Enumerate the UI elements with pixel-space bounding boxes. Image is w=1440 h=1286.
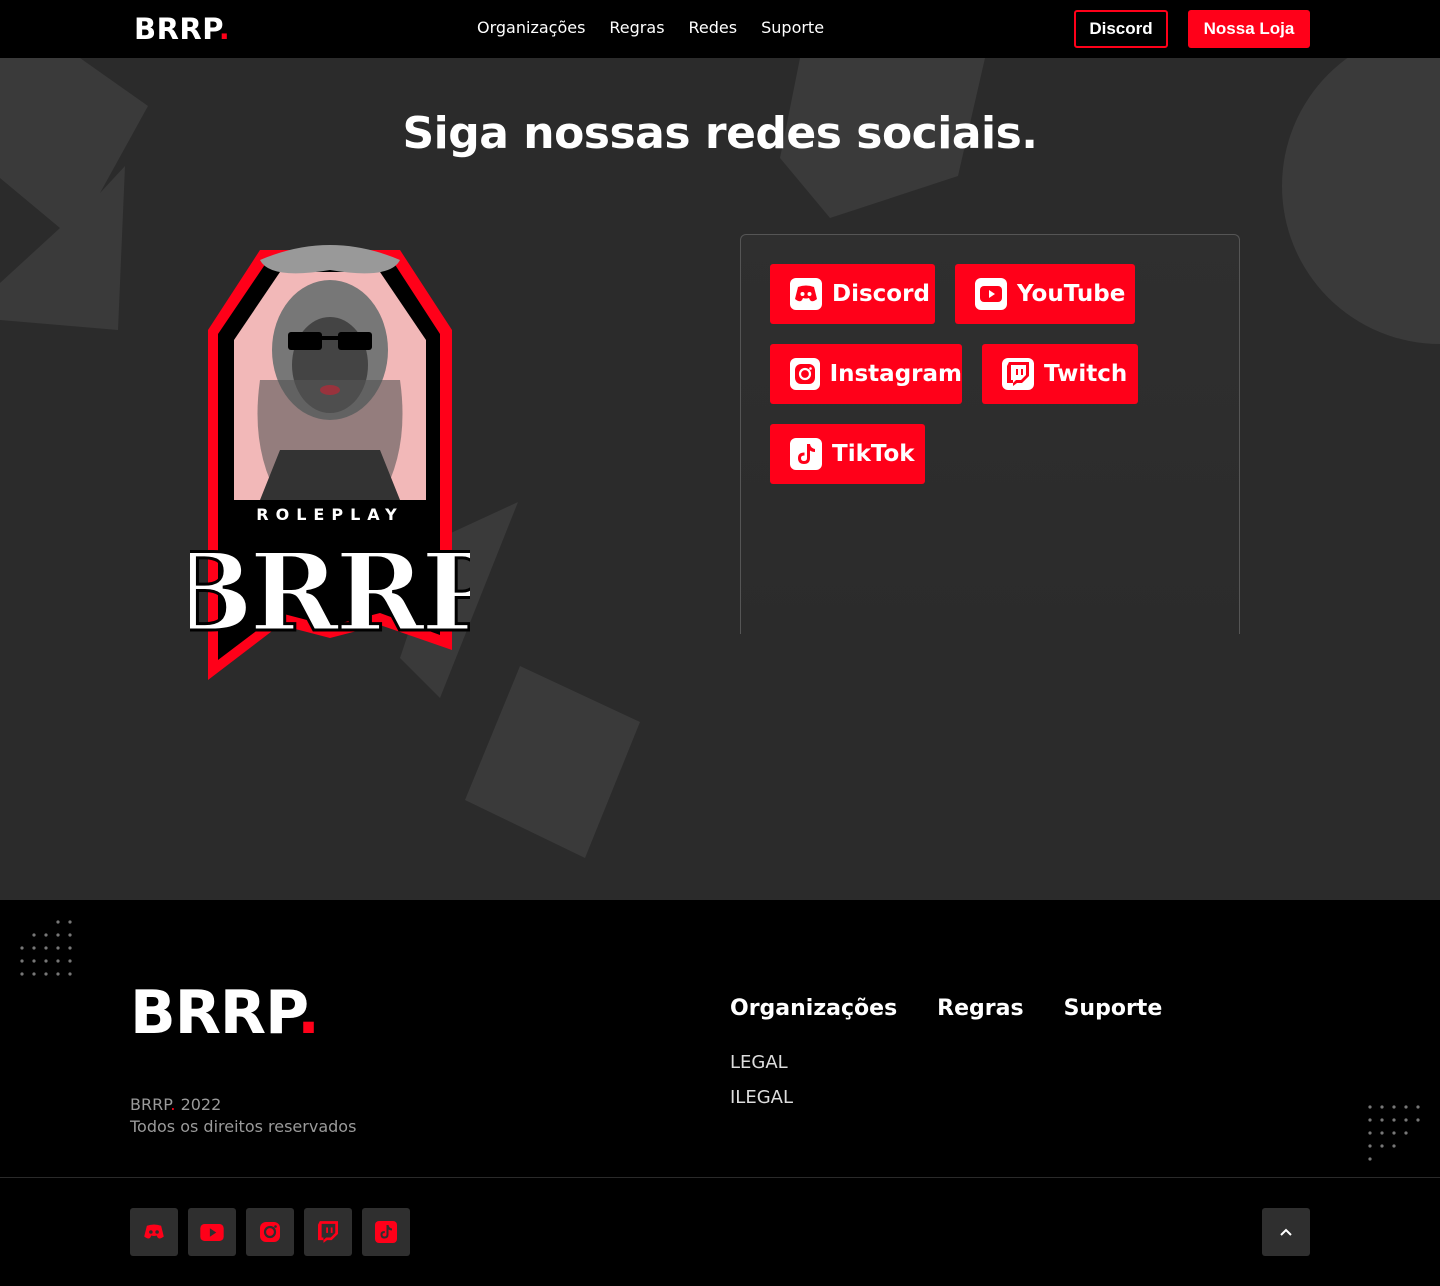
footer-heading-suporte[interactable]: Suporte: [1064, 996, 1163, 1021]
footer-divider: [0, 1177, 1440, 1178]
nav-link-regras[interactable]: Regras: [609, 18, 664, 37]
twitch-icon: [1002, 358, 1034, 390]
brand-logo[interactable]: BRRP.: [134, 12, 230, 46]
hero-title: Siga nossas redes sociais.: [402, 108, 1038, 159]
nav-link-suporte[interactable]: Suporte: [761, 18, 824, 37]
chevron-up-icon: [1280, 1228, 1292, 1236]
tiktok-icon: [790, 438, 822, 470]
footer-link-ilegal[interactable]: ILEGAL: [730, 1087, 793, 1108]
twitch-social-button[interactable]: Twitch: [982, 344, 1138, 404]
footer-heading-regras[interactable]: Regras: [937, 996, 1023, 1021]
store-nav-button[interactable]: Nossa Loja: [1188, 10, 1310, 48]
twitch-icon: [318, 1221, 338, 1243]
emblem-roleplay-text: ROLEPLAY: [256, 505, 403, 524]
brrp-emblem-logo: ROLEPLAY BRRP: [190, 245, 470, 680]
social-hero-section: Siga nossas redes sociais. ROLEPLAY BRRP…: [0, 58, 1440, 900]
footer-youtube-button[interactable]: [188, 1208, 236, 1256]
footer-instagram-button[interactable]: [246, 1208, 294, 1256]
discord-nav-button[interactable]: Discord: [1074, 10, 1168, 48]
nav-link-redes[interactable]: Redes: [689, 18, 738, 37]
footer-columns: Organizações Regras Suporte: [730, 996, 1202, 1021]
footer-link-legal[interactable]: LEGAL: [730, 1052, 788, 1073]
footer-copyright: BRRP. 2022 Todos os direitos reservados: [130, 1095, 357, 1136]
footer-tiktok-button[interactable]: [362, 1208, 410, 1256]
instagram-social-button[interactable]: Instagram: [770, 344, 962, 404]
footer-discord-button[interactable]: [130, 1208, 178, 1256]
discord-icon: [144, 1224, 164, 1239]
decorative-dots-right: [1368, 1105, 1420, 1161]
main-nav: Organizações Regras Redes Suporte: [477, 18, 848, 37]
discord-icon: [790, 278, 822, 310]
discord-social-button[interactable]: Discord: [770, 264, 935, 324]
youtube-social-button[interactable]: YouTube: [955, 264, 1135, 324]
discord-social-label: Discord: [832, 281, 930, 307]
decorative-dots-left: [20, 920, 72, 976]
youtube-social-label: YouTube: [1017, 281, 1126, 307]
youtube-icon: [200, 1223, 224, 1241]
emblem-brrp-text: BRRP: [190, 530, 470, 656]
site-footer: BRRP. BRRP. 2022 Todos os direitos reser…: [0, 900, 1440, 1286]
footer-rights-text: Todos os direitos reservados: [130, 1117, 357, 1136]
instagram-social-label: Instagram: [829, 361, 962, 387]
tiktok-social-label: TikTok: [832, 441, 915, 467]
footer-twitch-button[interactable]: [304, 1208, 352, 1256]
nav-link-organizacoes[interactable]: Organizações: [477, 18, 585, 37]
footer-heading-organizacoes[interactable]: Organizações: [730, 996, 897, 1021]
instagram-icon: [260, 1222, 280, 1242]
top-navbar: BRRP. Organizações Regras Redes Suporte …: [0, 0, 1440, 58]
footer-logo[interactable]: BRRP.: [130, 978, 320, 1048]
instagram-icon: [790, 358, 820, 390]
youtube-icon: [975, 278, 1007, 310]
tiktok-social-button[interactable]: TikTok: [770, 424, 925, 484]
back-to-top-button[interactable]: [1262, 1208, 1310, 1256]
social-links-panel: Discord YouTube Instagram Twitch TikTok: [740, 234, 1240, 634]
tiktok-icon: [375, 1221, 397, 1243]
twitch-social-label: Twitch: [1044, 361, 1128, 387]
